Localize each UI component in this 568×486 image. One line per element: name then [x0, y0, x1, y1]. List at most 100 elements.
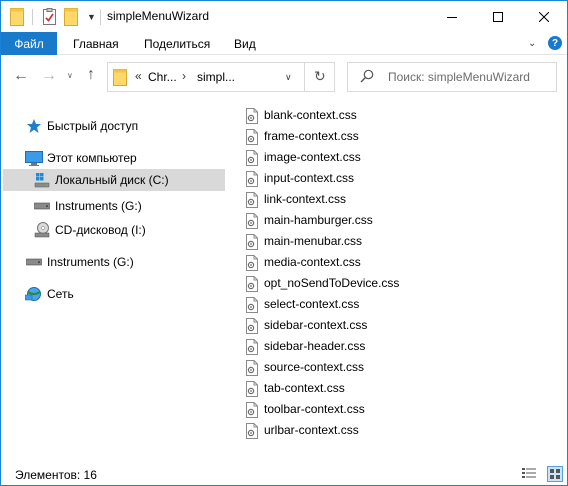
close-button[interactable] — [521, 1, 567, 32]
star-icon — [25, 118, 43, 134]
file-name: image-context.css — [264, 150, 361, 164]
navigation-bar: ← → ∨ ↑ « Chr... › simpl... ∨ ↻ Поиск: s… — [1, 55, 567, 97]
cd-drive-icon — [33, 222, 51, 238]
file-name: input-context.css — [264, 171, 355, 185]
tab-view[interactable]: Вид — [234, 37, 256, 51]
file-item[interactable]: main-hamburger.css — [243, 210, 403, 230]
css-file-icon — [245, 234, 259, 253]
sidebar-item-instruments-g-root[interactable]: Instruments (G:) — [3, 251, 225, 273]
folder-icon — [10, 8, 24, 26]
address-overflow-icon[interactable]: « — [135, 69, 142, 83]
sidebar-item-local-disk-c[interactable]: Локальный диск (C:) — [3, 169, 225, 191]
file-item[interactable]: media-context.css — [243, 252, 403, 272]
title-separator — [100, 9, 101, 25]
sidebar-item-label: Локальный диск (C:) — [55, 173, 169, 187]
new-folder-icon[interactable] — [64, 8, 78, 26]
computer-icon — [25, 150, 43, 166]
sidebar-item-label: Этот компьютер — [47, 151, 137, 165]
up-arrow-icon[interactable]: ↑ — [87, 66, 95, 84]
file-item[interactable]: select-context.css — [243, 294, 403, 314]
sidebar-item-this-pc[interactable]: Этот компьютер — [3, 147, 225, 169]
css-file-icon — [245, 402, 259, 421]
address-dropdown-icon[interactable]: ∨ — [285, 72, 292, 83]
address-bar[interactable]: « Chr... › simpl... ∨ ↻ — [107, 62, 335, 92]
sidebar-item-cd-drive-i[interactable]: CD-дисковод (I:) — [3, 219, 225, 241]
css-file-icon — [245, 108, 259, 127]
file-item[interactable]: sidebar-context.css — [243, 315, 403, 335]
file-item[interactable]: frame-context.css — [243, 126, 403, 146]
search-box[interactable]: Поиск: simpleMenuWizard — [347, 62, 557, 92]
breadcrumb-segment[interactable]: Chr... — [148, 70, 177, 84]
title-bar: ▼ simpleMenuWizard — [1, 1, 567, 32]
tab-home[interactable]: Главная — [73, 37, 119, 51]
file-name: urlbar-context.css — [264, 423, 359, 437]
file-item[interactable]: link-context.css — [243, 189, 403, 209]
file-item[interactable]: image-context.css — [243, 147, 403, 167]
file-name: main-menubar.css — [264, 234, 363, 248]
file-item[interactable]: source-context.css — [243, 357, 403, 377]
properties-icon[interactable] — [42, 8, 58, 26]
navigation-pane: Быстрый доступ Этот компьютер Локальный … — [1, 97, 227, 461]
file-item[interactable]: urlbar-context.css — [243, 420, 403, 440]
css-file-icon — [245, 318, 259, 337]
drive-icon — [33, 198, 51, 214]
customize-quick-access-icon[interactable]: ▼ — [87, 12, 96, 22]
sidebar-item-instruments-g[interactable]: Instruments (G:) — [3, 195, 225, 217]
file-item[interactable]: opt_noSendToDevice.css — [243, 273, 403, 293]
search-icon — [360, 69, 374, 86]
css-file-icon — [245, 423, 259, 442]
minimize-button[interactable] — [429, 1, 475, 32]
help-button[interactable]: ? — [548, 36, 562, 50]
forward-arrow-icon[interactable]: → — [41, 67, 57, 85]
sidebar-item-label: CD-дисковод (I:) — [55, 223, 146, 237]
file-item[interactable]: toolbar-context.css — [243, 399, 403, 419]
file-name: source-context.css — [264, 360, 365, 374]
css-file-icon — [245, 192, 259, 211]
sidebar-item-label: Instruments (G:) — [47, 255, 134, 269]
ribbon-tabs: Файл Главная Поделиться Вид ⌄ ? — [1, 32, 567, 55]
tab-file[interactable]: Файл — [1, 32, 57, 55]
maximize-icon — [493, 11, 503, 22]
css-file-icon — [245, 255, 259, 274]
file-item[interactable]: blank-context.css — [243, 105, 403, 125]
css-file-icon — [245, 171, 259, 190]
sidebar-item-label: Сеть — [47, 287, 74, 301]
sidebar-item-quick-access[interactable]: Быстрый доступ — [3, 115, 225, 137]
file-name: toolbar-context.css — [264, 402, 365, 416]
sidebar-item-network[interactable]: Сеть — [3, 283, 225, 305]
file-item[interactable]: main-menubar.css — [243, 231, 403, 251]
recent-locations-icon[interactable]: ∨ — [67, 71, 73, 80]
window-title: simpleMenuWizard — [107, 9, 210, 23]
folder-icon — [113, 69, 127, 89]
windows-drive-icon — [33, 172, 51, 188]
minimize-icon — [447, 16, 457, 18]
css-file-icon — [245, 360, 259, 379]
maximize-button[interactable] — [475, 1, 521, 32]
large-icons-view-icon[interactable] — [547, 466, 563, 482]
details-view-icon[interactable] — [522, 467, 536, 481]
sidebar-item-label: Быстрый доступ — [47, 119, 139, 133]
css-file-icon — [245, 276, 259, 295]
expand-ribbon-icon[interactable]: ⌄ — [528, 38, 536, 49]
css-file-icon — [245, 129, 259, 148]
file-list: blank-context.css frame-context.css image-… — [227, 97, 567, 461]
file-item[interactable]: tab-context.css — [243, 378, 403, 398]
file-item[interactable]: input-context.css — [243, 168, 403, 188]
status-bar: Элементов: 16 — [1, 461, 567, 485]
explorer-window: ▼ simpleMenuWizard Файл Главная Поделить… — [0, 0, 568, 486]
refresh-icon[interactable]: ↻ — [314, 68, 326, 85]
css-file-icon — [245, 297, 259, 316]
search-input[interactable]: Поиск: simpleMenuWizard — [388, 70, 530, 84]
file-name: frame-context.css — [264, 129, 359, 143]
address-separator — [304, 63, 305, 91]
file-name: select-context.css — [264, 297, 360, 311]
breadcrumb-chevron-icon[interactable]: › — [182, 69, 186, 83]
tab-share[interactable]: Поделиться — [144, 37, 210, 51]
drive-icon — [25, 254, 43, 270]
css-file-icon — [245, 213, 259, 232]
file-name: main-hamburger.css — [264, 213, 373, 227]
breadcrumb-segment[interactable]: simpl... — [197, 70, 235, 84]
file-name: opt_noSendToDevice.css — [264, 276, 400, 290]
back-arrow-icon[interactable]: ← — [13, 67, 29, 85]
file-item[interactable]: sidebar-header.css — [243, 336, 403, 356]
